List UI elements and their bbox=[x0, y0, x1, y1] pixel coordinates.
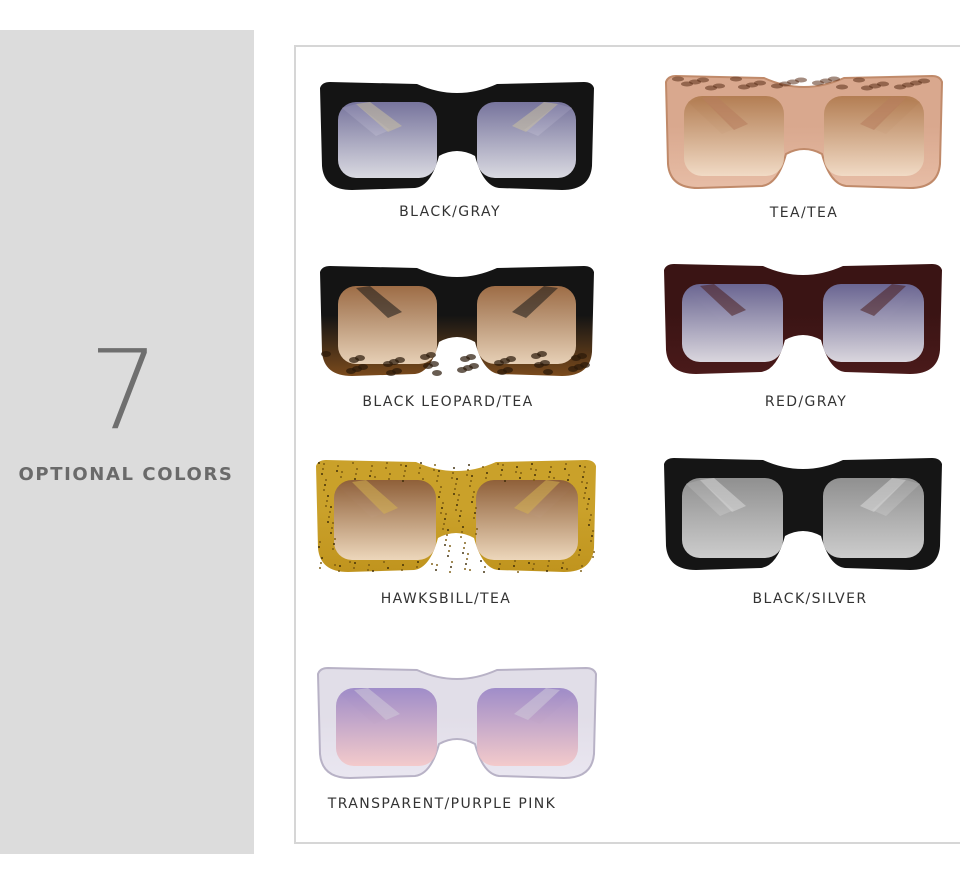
color-label-red-gray: RED/GRAY bbox=[764, 394, 848, 410]
right-lens bbox=[823, 478, 924, 558]
left-lens bbox=[684, 96, 784, 176]
right-lens bbox=[477, 102, 576, 178]
sunglasses-black-leopard-tea bbox=[316, 262, 598, 382]
sunglasses-illustration bbox=[316, 460, 596, 573]
left-lens bbox=[336, 688, 437, 766]
color-label-black-gray: BLACK/GRAY bbox=[399, 204, 501, 220]
left-lens bbox=[334, 480, 436, 560]
optional-colors-heading: OPTIONAL COLORS bbox=[18, 464, 234, 485]
color-count: 7 bbox=[89, 326, 159, 454]
color-label-hawksbill-tea: HAWKSBILL/TEA bbox=[380, 591, 512, 607]
sunglasses-illustration bbox=[664, 74, 944, 190]
color-label-black-silver: BLACK/SILVER bbox=[752, 591, 868, 607]
sunglasses-hawksbill-tea bbox=[312, 456, 600, 578]
right-lens bbox=[823, 284, 924, 362]
sunglasses-illustration bbox=[664, 264, 942, 374]
sunglasses-black-silver bbox=[660, 454, 946, 576]
left-lens bbox=[338, 286, 437, 364]
sunglasses-illustration bbox=[320, 82, 594, 190]
right-lens bbox=[477, 286, 576, 364]
sunglasses-illustration bbox=[316, 666, 598, 780]
sunglasses-red-gray bbox=[660, 260, 946, 380]
right-lens bbox=[476, 480, 578, 560]
left-lens bbox=[682, 478, 783, 558]
color-label-black-leopard-tea: BLACK LEOPARD/TEA bbox=[362, 394, 534, 410]
right-lens bbox=[824, 96, 924, 176]
right-lens bbox=[477, 688, 578, 766]
color-label-transparent-purple-pink: TRANSPARENT/PURPLE PINK bbox=[327, 796, 557, 812]
sunglasses-illustration bbox=[320, 266, 594, 376]
sunglasses-black-gray bbox=[316, 78, 598, 196]
left-lens bbox=[338, 102, 437, 178]
sunglasses-illustration bbox=[664, 458, 942, 570]
sunglasses-transparent-purple-pink bbox=[314, 664, 600, 784]
sunglasses-tea-tea bbox=[662, 72, 946, 194]
left-lens bbox=[682, 284, 783, 362]
color-label-tea-tea: TEA/TEA bbox=[769, 205, 839, 221]
